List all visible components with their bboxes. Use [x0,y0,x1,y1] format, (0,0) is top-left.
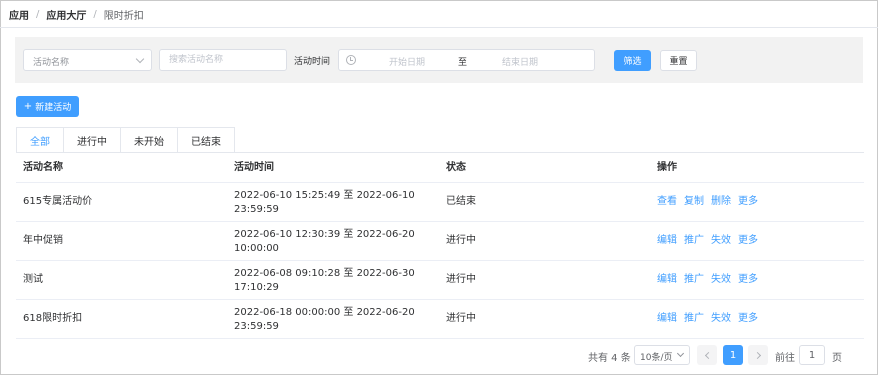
activity-status: 进行中 [446,235,476,246]
invalidate-link[interactable]: 失效 [711,312,731,326]
field-select[interactable]: 活动名称 [23,49,152,71]
start-date-input[interactable]: 开始日期 [389,55,425,68]
activity-table: 活动名称 活动时间 状态 操作 615专属活动价 2022-06-10 15:2… [16,153,864,339]
more-link[interactable]: 更多 [738,273,758,287]
breadcrumb-separator: / [36,8,40,20]
header-time: 活动时间 [234,162,274,173]
table-row: 618限时折扣 2022-06-18 00:00:00 至 2022-06-20… [16,300,864,339]
filter-button[interactable]: 筛选 [614,50,651,71]
chevron-down-icon [135,54,145,64]
activity-time: 2022-06-18 00:00:00 至 2022-06-20 23:59:5… [234,307,415,332]
search-input[interactable] [159,49,287,71]
table-row: 测试 2022-06-08 09:10:28 至 2022-06-30 17:1… [16,261,864,300]
table-header-row: 活动名称 活动时间 状态 操作 [16,153,864,183]
status-tabs: 全部 进行中 未开始 已结束 [16,127,235,153]
row-actions: 查看 复制 删除 更多 [657,195,758,209]
end-date-input[interactable]: 结束日期 [502,55,538,68]
field-select-value: 活动名称 [33,58,70,68]
row-actions: 编辑 推广 失效 更多 [657,273,758,287]
chevron-left-icon [704,351,712,359]
page-size-value: 10条/页 [640,353,673,363]
table-row: 615专属活动价 2022-06-10 15:25:49 至 2022-06-1… [16,183,864,222]
header-name: 活动名称 [23,162,63,173]
more-link[interactable]: 更多 [738,312,758,326]
goto-page-input[interactable] [799,345,825,365]
breadcrumb: 应用 / 应用大厅 / 限时折扣 [9,7,144,22]
tab-not-started[interactable]: 未开始 [121,127,178,153]
edit-link[interactable]: 编辑 [657,234,677,248]
plus-icon: + [23,100,33,112]
header-status: 状态 [446,162,466,173]
activity-time: 2022-06-08 09:10:28 至 2022-06-30 17:10:2… [234,268,415,293]
page-size-select[interactable]: 10条/页 [634,345,690,365]
prev-page-button[interactable] [697,345,717,365]
breadcrumb-hall[interactable]: 应用大厅 [46,7,86,22]
activity-name: 615专属活动价 [23,196,93,207]
activity-status: 进行中 [446,313,476,324]
activity-name: 年中促销 [23,235,63,246]
promote-link[interactable]: 推广 [684,234,704,248]
filter-bar: 活动名称 活动时间 开始日期 至 结束日期 筛选 重置 [15,37,863,83]
chevron-right-icon [753,351,761,359]
range-separator: 至 [458,58,468,68]
row-actions: 编辑 推广 失效 更多 [657,234,758,248]
tab-all[interactable]: 全部 [16,127,64,153]
more-link[interactable]: 更多 [738,195,758,209]
promote-link[interactable]: 推广 [684,273,704,287]
view-link[interactable]: 查看 [657,195,677,209]
date-range-picker[interactable]: 开始日期 至 结束日期 [338,49,595,71]
new-activity-button[interactable]: + 新建活动 [16,96,79,117]
clock-icon [346,55,356,65]
edit-link[interactable]: 编辑 [657,312,677,326]
breadcrumb-current: 限时折扣 [103,10,144,22]
next-page-button[interactable] [748,345,768,365]
header-actions: 操作 [657,162,677,173]
activity-status: 已结束 [446,196,476,207]
promote-link[interactable]: 推广 [684,312,704,326]
invalidate-link[interactable]: 失效 [711,234,731,248]
copy-link[interactable]: 复制 [684,195,704,209]
breadcrumb-separator: / [93,8,97,20]
goto-label: 前往 [775,353,795,364]
delete-link[interactable]: 删除 [711,195,731,209]
breadcrumb-root[interactable]: 应用 [9,7,29,22]
row-actions: 编辑 推广 失效 更多 [657,312,758,326]
reset-button[interactable]: 重置 [660,50,697,71]
tab-in-progress[interactable]: 进行中 [64,127,121,153]
chevron-down-icon [676,349,685,358]
page-unit-label: 页 [832,353,842,364]
activity-time: 2022-06-10 15:25:49 至 2022-06-10 23:59:5… [234,190,415,215]
page-number-current[interactable]: 1 [723,345,743,365]
header-divider [0,27,878,28]
time-label: 活动时间 [294,57,331,67]
invalidate-link[interactable]: 失效 [711,273,731,287]
activity-time: 2022-06-10 12:30:39 至 2022-06-20 10:00:0… [234,229,415,254]
tab-ended[interactable]: 已结束 [178,127,235,153]
activity-name: 测试 [23,274,43,285]
more-link[interactable]: 更多 [738,234,758,248]
activity-status: 进行中 [446,274,476,285]
pagination-total: 共有 4 条 [588,353,631,364]
table-row: 年中促销 2022-06-10 12:30:39 至 2022-06-20 10… [16,222,864,261]
edit-link[interactable]: 编辑 [657,273,677,287]
activity-name: 618限时折扣 [23,313,83,324]
new-activity-label: 新建活动 [35,103,72,113]
